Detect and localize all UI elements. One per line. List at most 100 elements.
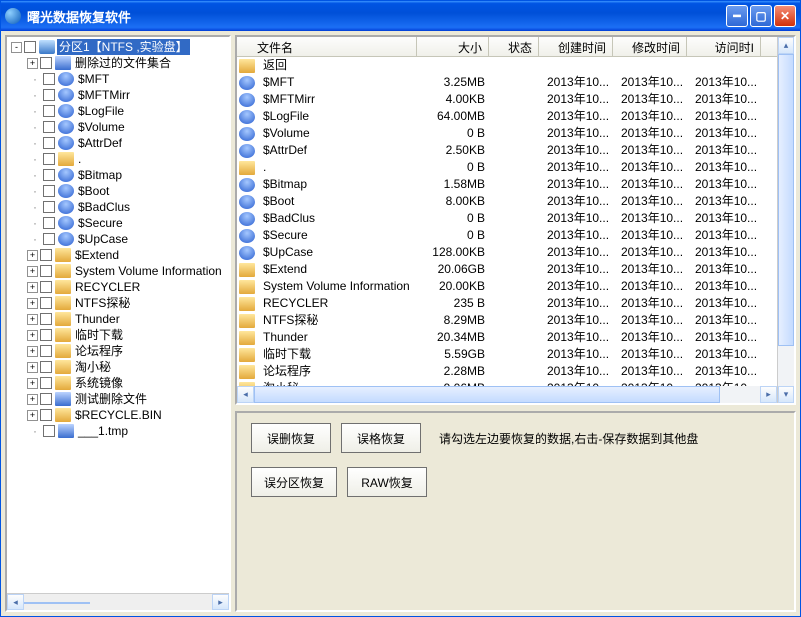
checkbox[interactable] xyxy=(40,409,52,421)
tree-body[interactable]: -分区1【NTFS ,实验盘】+删除过的文件集合·$MFT·$MFTMirr·$… xyxy=(7,37,229,593)
list-row[interactable]: $Secure0 B2013年10...2013年10...2013年10... xyxy=(237,227,777,244)
checkbox[interactable] xyxy=(43,169,55,181)
checkbox[interactable] xyxy=(40,297,52,309)
checkbox[interactable] xyxy=(43,89,55,101)
minimize-button[interactable]: ━ xyxy=(726,5,748,27)
list-header[interactable]: 文件名 大小 状态 创建时间 修改时间 访问时I xyxy=(237,37,777,57)
checkbox[interactable] xyxy=(40,377,52,389)
scroll-thumb[interactable] xyxy=(24,602,90,604)
checkbox[interactable] xyxy=(43,121,55,133)
scroll-thumb[interactable] xyxy=(778,54,794,346)
recover-deleted-button[interactable]: 误删恢复 xyxy=(251,423,331,453)
list-row[interactable]: $Extend20.06GB2013年10...2013年10...2013年1… xyxy=(237,261,777,278)
recover-format-button[interactable]: 误格恢复 xyxy=(341,423,421,453)
expander-icon[interactable]: + xyxy=(27,250,38,261)
checkbox[interactable] xyxy=(43,105,55,117)
expander-icon[interactable]: + xyxy=(27,330,38,341)
tree-item[interactable]: ·$AttrDef xyxy=(7,135,229,151)
close-button[interactable]: ✕ xyxy=(774,5,796,27)
checkbox[interactable] xyxy=(40,329,52,341)
list-hscrollbar[interactable]: ◂ ▸ xyxy=(237,386,777,403)
expander-icon[interactable]: + xyxy=(27,378,38,389)
checkbox[interactable] xyxy=(40,345,52,357)
tree-item[interactable]: ·$Volume xyxy=(7,119,229,135)
scroll-down-icon[interactable]: ▾ xyxy=(778,386,794,403)
list-row[interactable]: $Boot8.00KB2013年10...2013年10...2013年10..… xyxy=(237,193,777,210)
list-row[interactable]: 返回 xyxy=(237,57,777,74)
list-row[interactable]: NTFS探秘8.29MB2013年10...2013年10...2013年10.… xyxy=(237,312,777,329)
tree-item[interactable]: ·$Boot xyxy=(7,183,229,199)
expander-icon[interactable]: + xyxy=(27,282,38,293)
expander-icon[interactable]: + xyxy=(27,58,38,69)
list-body[interactable]: 返回$MFT3.25MB2013年10...2013年10...2013年10.… xyxy=(237,57,777,386)
tree-item[interactable]: +$Extend xyxy=(7,247,229,263)
tree-item[interactable]: +临时下载 xyxy=(7,327,229,343)
checkbox[interactable] xyxy=(40,361,52,373)
col-atime[interactable]: 访问时I xyxy=(687,37,761,56)
expander-icon[interactable]: + xyxy=(27,410,38,421)
checkbox[interactable] xyxy=(43,73,55,85)
expander-icon[interactable]: + xyxy=(27,266,38,277)
tree-item[interactable]: ·$MFTMirr xyxy=(7,87,229,103)
list-row[interactable]: System Volume Information20.00KB2013年10.… xyxy=(237,278,777,295)
expander-icon[interactable]: + xyxy=(27,362,38,373)
scroll-up-icon[interactable]: ▴ xyxy=(778,37,794,54)
tree-item[interactable]: +删除过的文件集合 xyxy=(7,55,229,71)
tree-item[interactable]: +$RECYCLE.BIN xyxy=(7,407,229,423)
list-row[interactable]: $BadClus0 B2013年10...2013年10...2013年10..… xyxy=(237,210,777,227)
checkbox[interactable] xyxy=(40,281,52,293)
checkbox[interactable] xyxy=(43,217,55,229)
checkbox[interactable] xyxy=(43,137,55,149)
col-ctime[interactable]: 创建时间 xyxy=(539,37,613,56)
tree-item[interactable]: +NTFS探秘 xyxy=(7,295,229,311)
checkbox[interactable] xyxy=(40,265,52,277)
recover-raw-button[interactable]: RAW恢复 xyxy=(347,467,427,497)
maximize-button[interactable]: ▢ xyxy=(750,5,772,27)
recover-partition-button[interactable]: 误分区恢复 xyxy=(251,467,337,497)
scroll-right-icon[interactable]: ▸ xyxy=(212,594,229,610)
expander-icon[interactable]: + xyxy=(27,346,38,357)
list-row[interactable]: Thunder20.34MB2013年10...2013年10...2013年1… xyxy=(237,329,777,346)
scroll-right-icon[interactable]: ▸ xyxy=(760,386,777,403)
tree-item[interactable]: +Thunder xyxy=(7,311,229,327)
expander-icon[interactable]: + xyxy=(27,298,38,309)
checkbox[interactable] xyxy=(43,233,55,245)
list-row[interactable]: $UpCase128.00KB2013年10...2013年10...2013年… xyxy=(237,244,777,261)
list-row[interactable]: $MFTMirr4.00KB2013年10...2013年10...2013年1… xyxy=(237,91,777,108)
scroll-thumb[interactable] xyxy=(254,386,720,403)
tree-item[interactable]: ·$MFT xyxy=(7,71,229,87)
checkbox[interactable] xyxy=(40,393,52,405)
checkbox[interactable] xyxy=(40,57,52,69)
list-row[interactable]: 临时下载5.59GB2013年10...2013年10...2013年10... xyxy=(237,346,777,363)
col-filename[interactable]: 文件名 xyxy=(237,37,417,56)
titlebar[interactable]: 曙光数据恢复软件 ━ ▢ ✕ xyxy=(1,1,800,31)
tree-item[interactable]: ·$Bitmap xyxy=(7,167,229,183)
scroll-track[interactable] xyxy=(778,54,794,386)
list-row[interactable]: RECYCLER235 B2013年10...2013年10...2013年10… xyxy=(237,295,777,312)
tree-item[interactable]: +System Volume Information xyxy=(7,263,229,279)
checkbox[interactable] xyxy=(24,41,36,53)
tree-item[interactable]: ·$BadClus xyxy=(7,199,229,215)
checkbox[interactable] xyxy=(40,249,52,261)
tree-item[interactable]: ·$LogFile xyxy=(7,103,229,119)
tree-item[interactable]: ·$Secure xyxy=(7,215,229,231)
tree-item[interactable]: ·___1.tmp xyxy=(7,423,229,439)
expander-icon[interactable]: + xyxy=(27,314,38,325)
list-row[interactable]: $Volume0 B2013年10...2013年10...2013年10... xyxy=(237,125,777,142)
expander-icon[interactable]: + xyxy=(27,394,38,405)
tree-item[interactable]: +论坛程序 xyxy=(7,343,229,359)
checkbox[interactable] xyxy=(43,185,55,197)
tree-hscrollbar[interactable]: ◂ ▸ xyxy=(7,593,229,610)
list-row[interactable]: 论坛程序2.28MB2013年10...2013年10...2013年10... xyxy=(237,363,777,380)
tree-item[interactable]: -分区1【NTFS ,实验盘】 xyxy=(7,39,229,55)
tree-item[interactable]: ·. xyxy=(7,151,229,167)
checkbox[interactable] xyxy=(43,153,55,165)
col-size[interactable]: 大小 xyxy=(417,37,489,56)
checkbox[interactable] xyxy=(40,313,52,325)
tree-item[interactable]: +RECYCLER xyxy=(7,279,229,295)
scroll-track[interactable] xyxy=(254,386,760,403)
list-vscrollbar[interactable]: ▴ ▾ xyxy=(777,37,794,403)
col-status[interactable]: 状态 xyxy=(489,37,539,56)
expander-icon[interactable]: - xyxy=(11,42,22,53)
scroll-left-icon[interactable]: ◂ xyxy=(7,594,24,610)
